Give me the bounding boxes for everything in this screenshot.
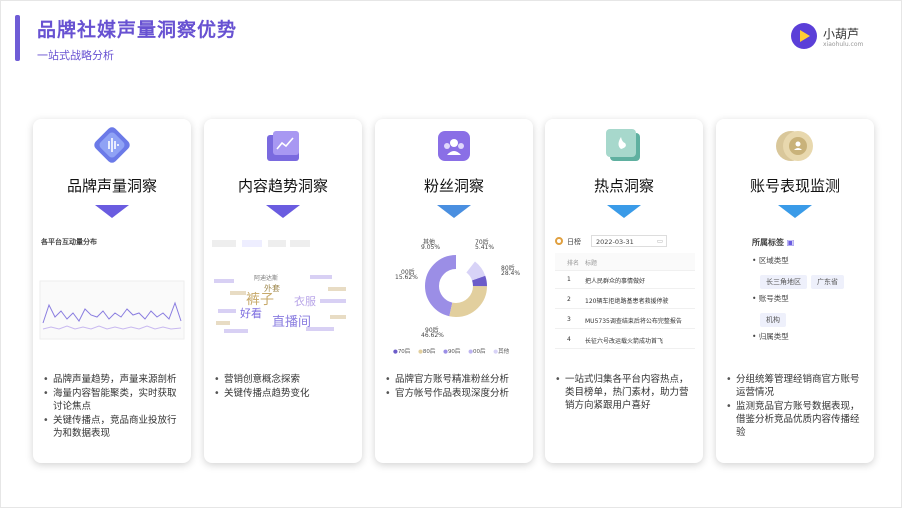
- table-header: 排名 标题: [555, 253, 695, 271]
- down-arrow-icon: [266, 205, 300, 218]
- feature-list: 营销创意概念探索 关键传播点趋势变化: [214, 373, 356, 401]
- slide: 品牌社媒声量洞察优势 一站式战略分析 小葫芦 xiaohulu.com 品牌声量…: [0, 0, 902, 508]
- legend-item: 00后: [473, 349, 486, 355]
- ranking-period[interactable]: 日榜: [567, 237, 581, 247]
- row-rank: 2: [567, 296, 571, 303]
- card-title: 热点洞察: [593, 177, 654, 195]
- tag-group-label: • 区域类型: [752, 256, 789, 265]
- down-arrow-icon: [778, 205, 812, 218]
- date-value: 2022-03-31: [596, 238, 634, 246]
- sound-wave-icon: [90, 127, 134, 167]
- card-title: 粉丝洞察: [423, 177, 484, 195]
- feature-item: 一站式归集各平台内容热点，类目榜单，热门素材，助力营销方向紧跟用户喜好: [555, 373, 697, 412]
- legend-item: 90后: [447, 349, 461, 355]
- tag[interactable]: 广东省: [811, 275, 844, 289]
- card-fans: 粉丝洞察 其他 9.05% 70后 5.41% 80后 28.4% 90后 46…: [375, 119, 533, 463]
- donut-value: 28.4%: [501, 270, 521, 277]
- fans-group-icon: [432, 127, 476, 167]
- table-row[interactable]: 4 长征六号改运载火箭成功首飞: [555, 331, 695, 349]
- card-title: 品牌声量洞察: [66, 177, 157, 195]
- calendar-icon: ▭: [656, 237, 663, 245]
- col-rank: 排名: [567, 260, 580, 267]
- feature-item: 品牌官方账号精准粉丝分析: [385, 373, 527, 386]
- row-title: 120辆车拒绝路基患者救援停驶: [585, 298, 669, 305]
- account-badge-icon: [773, 127, 817, 167]
- card-brand-voice: 品牌声量洞察 各平台互动量分布 品牌声量趋势，声量来源剖析 海量内容智能聚类，实…: [33, 119, 191, 463]
- down-arrow-icon: [607, 205, 641, 218]
- page-subtitle: 一站式战略分析: [37, 49, 114, 62]
- title-accent-bar: [15, 15, 20, 61]
- preview-heading: 各平台互动量分布: [41, 238, 97, 246]
- tags-heading: 所属标签 ▣: [752, 237, 794, 248]
- date-picker[interactable]: 2022-03-31 ▭: [591, 235, 667, 247]
- tag-group-label: • 账号类型: [752, 294, 789, 303]
- donut-value: 5.41%: [475, 244, 495, 251]
- preview-word-cloud: 裤子 直播间 好看 衣服 外套 阿迪达斯: [210, 229, 356, 357]
- clock-icon: [555, 237, 563, 245]
- tags-heading-text: 所属标签: [752, 238, 784, 247]
- row-title: 长征六号改运载火箭成功首飞: [585, 338, 664, 345]
- table-row[interactable]: 1 把人民群众的事情做好: [555, 271, 695, 289]
- table-row[interactable]: 2 120辆车拒绝路基患者救援停驶: [555, 291, 695, 309]
- feature-list: 品牌声量趋势，声量来源剖析 海量内容智能聚类，实时获取讨论焦点 关键传播点，竞品…: [43, 373, 185, 441]
- preview-age-donut: 其他 9.05% 70后 5.41% 80后 28.4% 90后 46.62% …: [381, 229, 527, 357]
- legend-item: 80后: [422, 349, 436, 355]
- row-title: MU5735调查结束后将公布完整报告: [585, 318, 682, 325]
- tag[interactable]: 长三角地区: [760, 275, 807, 289]
- group-label: 归属类型: [758, 332, 789, 341]
- logo-name: 小葫芦: [823, 27, 860, 41]
- logo-domain: xiaohulu.com: [823, 41, 864, 48]
- tag-group-label: • 归属类型: [752, 332, 789, 341]
- preview-hot-list: 日榜 2022-03-31 ▭ 排名 标题 1 把人民群众的事情做好 2 120辆车拒绝…: [551, 229, 697, 357]
- tag[interactable]: 机构: [760, 313, 786, 327]
- feature-item: 品牌声量趋势，声量来源剖析: [43, 373, 185, 386]
- group-label: 区域类型: [758, 256, 789, 265]
- feature-item: 关键传播点，竞品商业投放行为和数据表现: [43, 414, 185, 440]
- logo-play-icon: [791, 23, 817, 49]
- table-row[interactable]: 3 MU5735调查结束后将公布完整报告: [555, 311, 695, 329]
- col-title: 标题: [585, 260, 598, 267]
- row-title: 把人民群众的事情做好: [585, 278, 646, 285]
- brand-logo: 小葫芦 xiaohulu.com: [791, 23, 881, 53]
- donut-value: 9.05%: [421, 244, 441, 251]
- legend-item: 70后: [397, 349, 411, 355]
- feature-list: 分组统筹管理经销商官方账号运营情况 监测竞品官方账号数据表现，借鉴分析竞品优质内…: [726, 373, 868, 440]
- feature-item: 分组统筹管理经销商官方账号运营情况: [726, 373, 868, 399]
- card-title: 账号表现监测: [749, 177, 840, 195]
- row-rank: 1: [567, 276, 571, 283]
- page-title: 品牌社媒声量洞察优势: [37, 19, 238, 41]
- preview-interaction-chart: 各平台互动量分布: [39, 229, 185, 357]
- tag-row: 长三角地区 广东省: [760, 269, 848, 289]
- donut-chart: [425, 255, 487, 317]
- feature-item: 官方帐号作品表现深度分析: [385, 387, 527, 400]
- legend-item: 其他: [498, 349, 510, 355]
- card-title: 内容趋势洞察: [237, 177, 328, 195]
- card-account-monitor: 账号表现监测 所属标签 ▣ • 区域类型 长三角地区 广东省 • 账号类型 机构 …: [716, 119, 874, 463]
- feature-list: 一站式归集各平台内容热点，类目榜单，热门素材，助力营销方向紧跟用户喜好: [555, 373, 697, 413]
- row-rank: 3: [567, 316, 571, 323]
- feature-item: 营销创意概念探索: [214, 373, 356, 386]
- feature-item: 关键传播点趋势变化: [214, 387, 356, 400]
- row-rank: 4: [567, 336, 571, 343]
- down-arrow-icon: [437, 205, 471, 218]
- tag-row: 机构: [760, 307, 790, 327]
- preview-line-chart: [39, 280, 185, 340]
- donut-value: 46.62%: [421, 332, 444, 339]
- donut-legend: ●70后 ●80后 ●90后 ●00后 ●其他: [393, 349, 510, 355]
- group-label: 账号类型: [758, 294, 789, 303]
- card-hot-topics: 热点洞察 日榜 2022-03-31 ▭ 排名 标题 1 把人民群众的事情做好 2 12…: [545, 119, 703, 463]
- card-content-trend: 内容趋势洞察 裤子 直播间 好看 衣服 外套 阿迪达斯 营销创意概念探索 关键传…: [204, 119, 362, 463]
- feature-item: 监测竞品官方账号数据表现，借鉴分析竞品优质内容传播经验: [726, 400, 868, 439]
- hot-flame-icon: [602, 127, 646, 167]
- feature-list: 品牌官方账号精准粉丝分析 官方帐号作品表现深度分析: [385, 373, 527, 401]
- donut-value: 15.62%: [395, 274, 418, 281]
- trend-chart-icon: [261, 127, 305, 167]
- feature-item: 海量内容智能聚类，实时获取讨论焦点: [43, 387, 185, 413]
- preview-tags: 所属标签 ▣ • 区域类型 长三角地区 广东省 • 账号类型 机构 • 归属类型: [722, 229, 868, 357]
- down-arrow-icon: [95, 205, 129, 218]
- edit-icon[interactable]: ▣: [787, 238, 795, 247]
